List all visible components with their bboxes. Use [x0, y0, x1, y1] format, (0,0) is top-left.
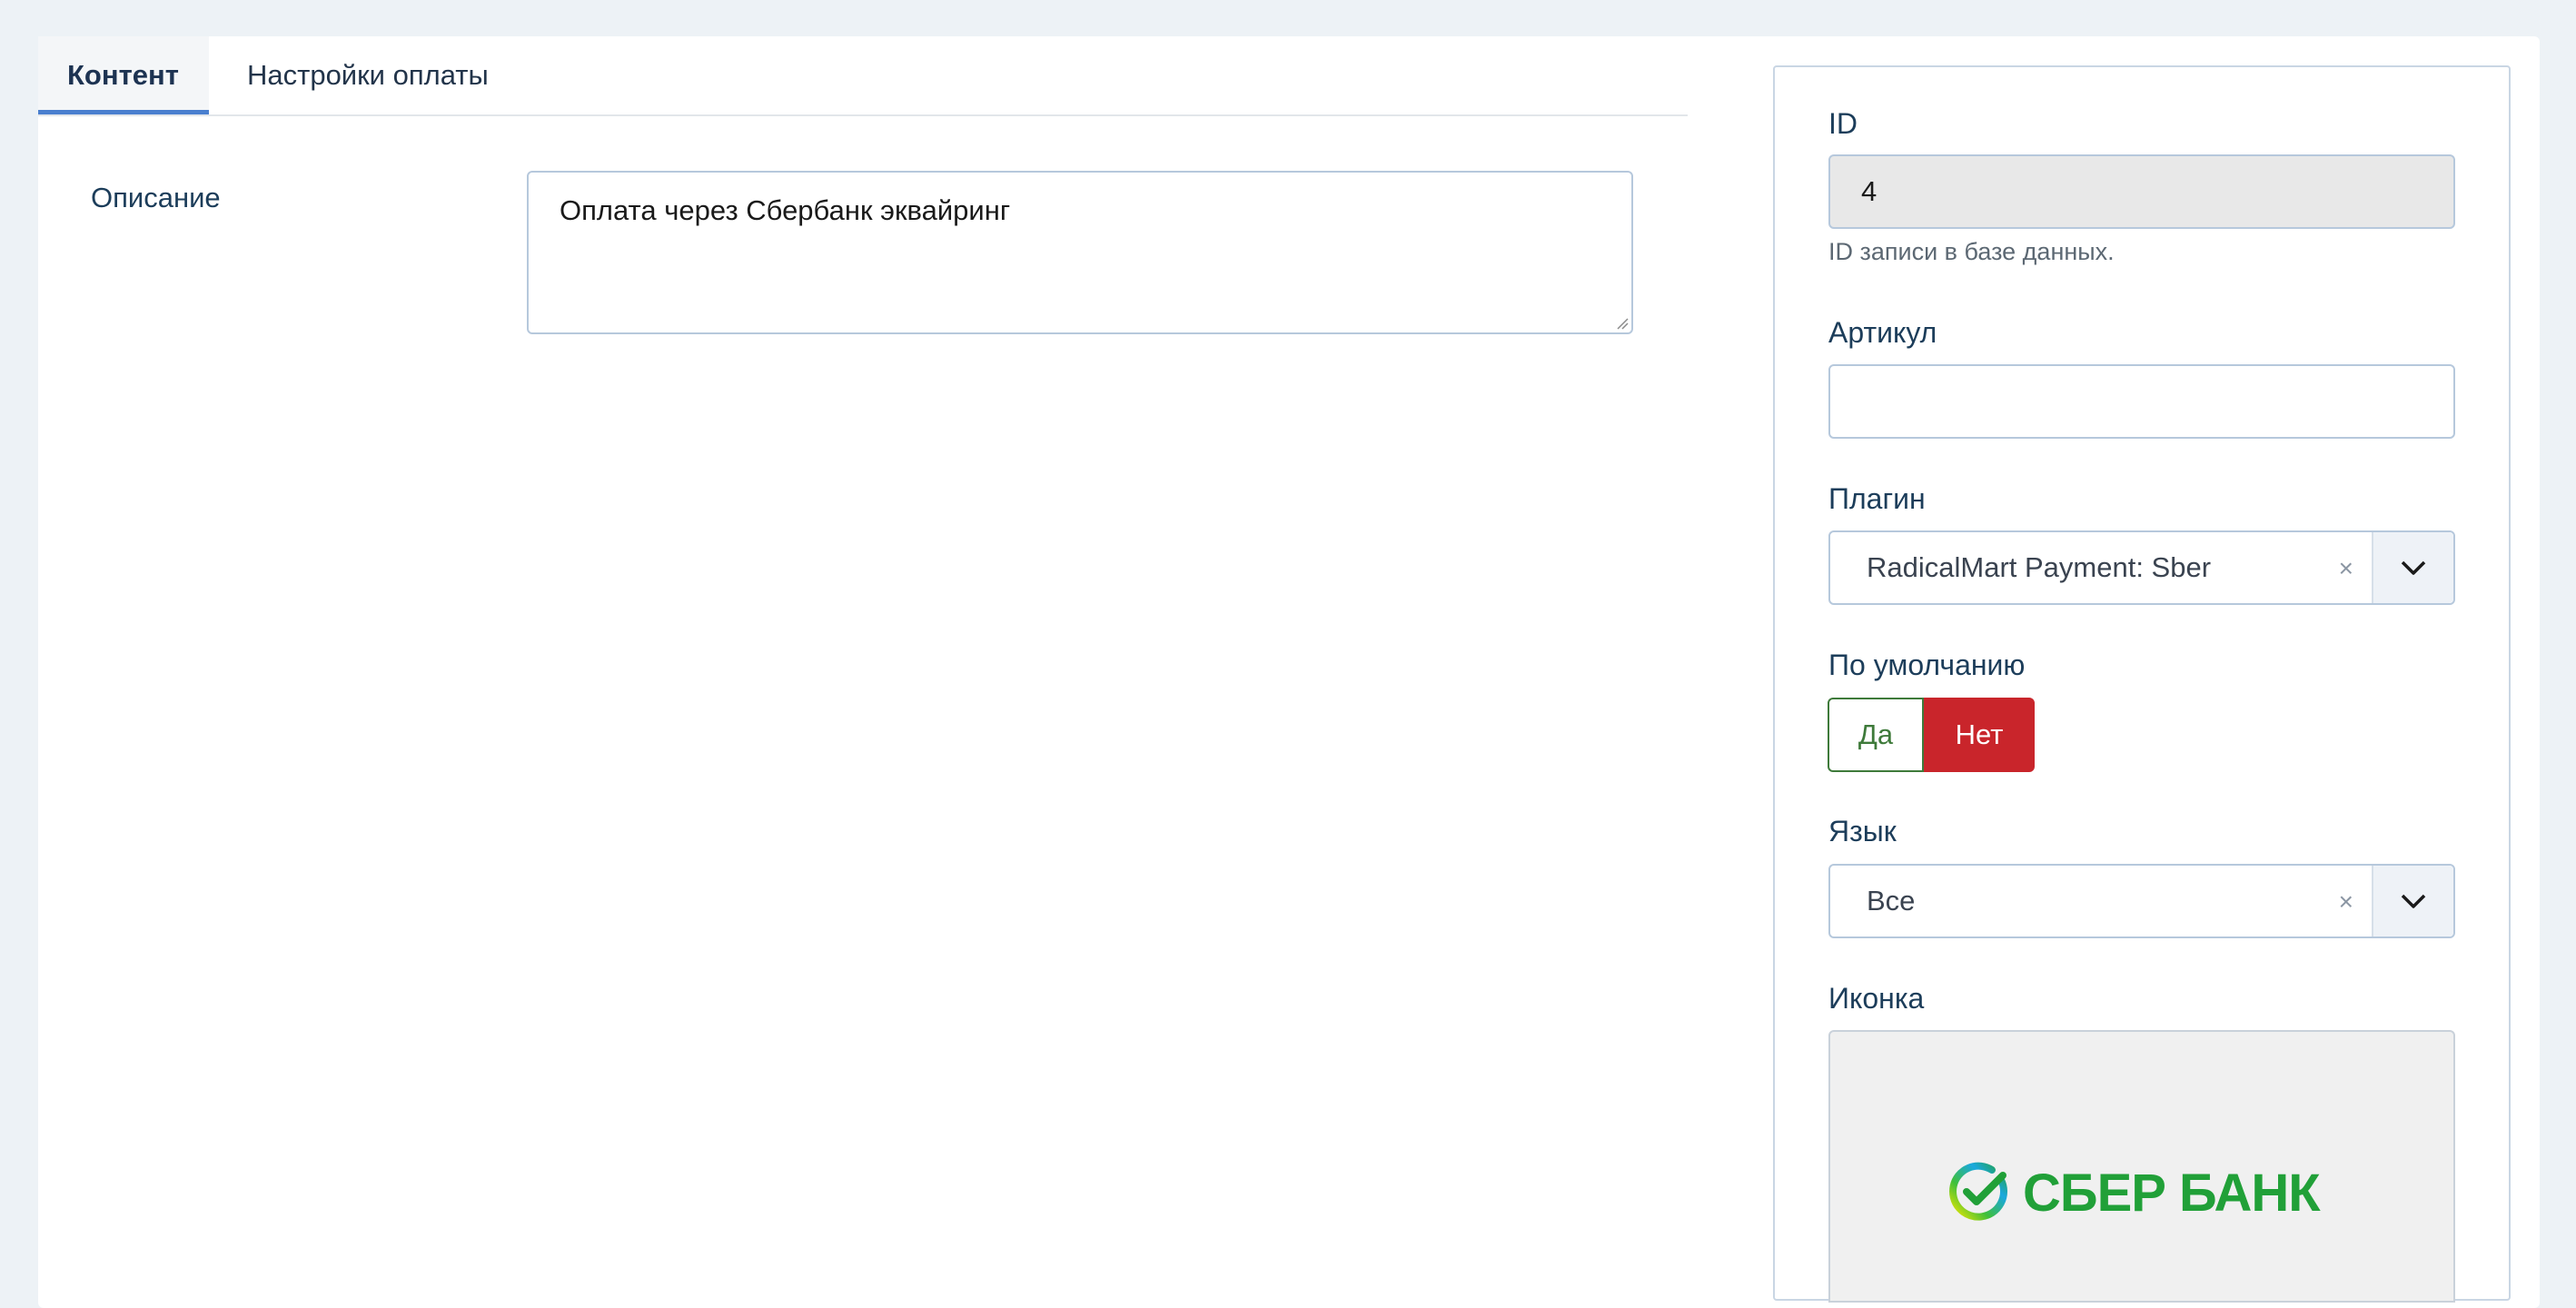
tab-payment-settings[interactable]: Настройки оплаты — [247, 36, 489, 114]
default-yes-button[interactable]: Да — [1828, 698, 1924, 772]
plugin-label: Плагин — [1828, 482, 1926, 515]
chevron-down-icon[interactable] — [2372, 866, 2453, 936]
language-clear-icon[interactable]: × — [2339, 866, 2353, 938]
id-hint: ID записи в базе данных. — [1828, 238, 2115, 265]
description-textarea[interactable]: Оплата через Сбербанк эквайринг — [527, 171, 1633, 334]
id-value: 4 — [1861, 175, 1878, 207]
description-text: Оплата через Сбербанк эквайринг — [560, 194, 1011, 226]
resize-grip-icon[interactable] — [1614, 315, 1629, 330]
icon-label: Иконка — [1828, 982, 1925, 1015]
sber-logo: СБЕР БАНК — [1948, 1161, 2321, 1224]
language-value: Все — [1867, 885, 1916, 917]
sber-logo-text: СБЕР БАНК — [2023, 1163, 2321, 1223]
tab-content[interactable]: Контент — [38, 36, 209, 114]
tab-bar: Контент Настройки оплаты — [38, 36, 1688, 116]
sku-input[interactable] — [1828, 364, 2455, 439]
plugin-select[interactable]: RadicalMart Payment: Sber × — [1828, 530, 2455, 605]
description-label: Описание — [91, 182, 221, 213]
id-label: ID — [1828, 107, 1858, 140]
sber-logo-icon — [1949, 1162, 2008, 1221]
plugin-value: RadicalMart Payment: Sber — [1867, 551, 2212, 583]
default-no-button[interactable]: Нет — [1924, 698, 2035, 772]
language-label: Язык — [1828, 815, 1897, 847]
language-select[interactable]: Все × — [1828, 864, 2455, 938]
chevron-down-icon[interactable] — [2372, 532, 2453, 603]
icon-image-picker[interactable]: СБЕР БАНК — [1828, 1030, 2455, 1303]
default-label: По умолчанию — [1828, 649, 2026, 681]
sku-label: Артикул — [1828, 316, 1937, 349]
id-field: 4 — [1828, 154, 2455, 229]
plugin-clear-icon[interactable]: × — [2339, 532, 2353, 605]
